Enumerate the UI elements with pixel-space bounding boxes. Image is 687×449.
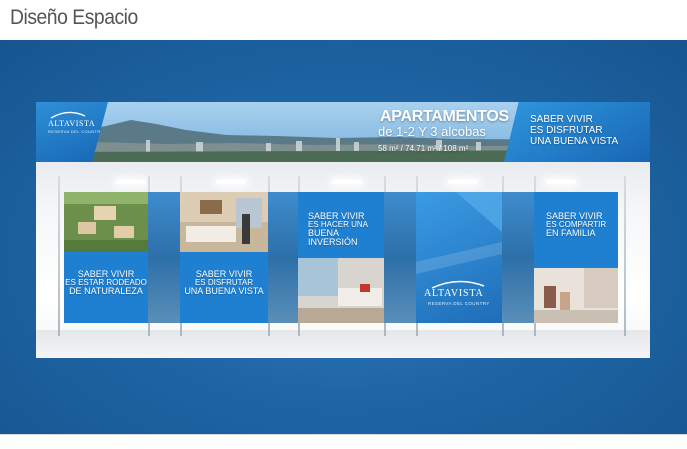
glass-post [624,176,626,336]
panel-divider [384,192,416,323]
spotlight [448,180,478,184]
poster-panel-family: SABER VIVIR ES COMPARTIR EN FAMILIA [534,192,618,323]
panel-logo-tagline: RESERVA DEL COUNTRY [428,301,490,306]
banner-slogan: SABER VIVIR ES DISFRUTAR UNA BUENA VISTA [530,114,642,147]
poster-line: DE NATURALEZA [69,286,143,296]
poster-line: BUENA INVERSIÓN [308,228,358,247]
banner-areas: 58 m² / 74.71 m² / 108 m² [378,144,469,153]
panel-divider [148,192,180,323]
spotlight [116,180,146,184]
glass-post [58,176,60,336]
banner-slogan-line: UNA BUENA VISTA [530,136,619,147]
poster-line: EN FAMILIA [546,228,596,238]
poster-text: SABER VIVIR ES COMPARTIR EN FAMILIA [534,212,606,238]
page-title: Diseño Espacio [10,6,138,29]
poster-line: UNA BUENA VISTA [184,286,264,296]
booth-interior: SABER VIVIR ES ESTAR RODEADO DE NATURALE… [36,162,650,358]
page-header: Diseño Espacio [0,0,687,40]
panel-divider [268,192,298,323]
banner-slogan-line: SABER VIVIR [530,114,593,125]
poster-text: SABER VIVIR ES HACER UNA BUENA INVERSIÓN [298,212,384,247]
banner-slogan-line: ES DISFRUTAR [530,125,603,136]
poster-panel-nature: SABER VIVIR ES ESTAR RODEADO DE NATURALE… [64,192,148,323]
bedroom-image [180,192,268,252]
poster-text: SABER VIVIR ES DISFRUTAR UNA BUENA VISTA [180,270,268,296]
panel-divider [502,192,534,323]
poster-panel-view: SABER VIVIR ES DISFRUTAR UNA BUENA VISTA [180,192,268,323]
banner-logo-name: ALTAVISTA [48,119,96,128]
poster-panel-logo: ALTAVISTA RESERVA DEL COUNTRY [416,192,502,323]
booth-floor [36,330,650,358]
panel-logo-name: ALTAVISTA [424,288,484,299]
banner-logo-tagline: RESERVA DEL COUNTRY [48,129,104,134]
poster-text: SABER VIVIR ES ESTAR RODEADO DE NATURALE… [64,270,148,296]
booth-render: ALTAVISTA RESERVA DEL COUNTRY APARTAMENT… [36,102,650,358]
footer-rule [0,434,687,449]
spotlight [332,180,362,184]
family-room-image [534,268,618,323]
poster-panel-investment: SABER VIVIR ES HACER UNA BUENA INVERSIÓN [298,192,384,323]
living-room-image [298,258,384,323]
banner-subheading: de 1-2 Y 3 alcobas [378,124,486,139]
aerial-view-image [64,192,148,252]
booth-banner: ALTAVISTA RESERVA DEL COUNTRY APARTAMENT… [36,102,650,162]
spotlight [546,180,576,184]
spotlight [216,180,246,184]
